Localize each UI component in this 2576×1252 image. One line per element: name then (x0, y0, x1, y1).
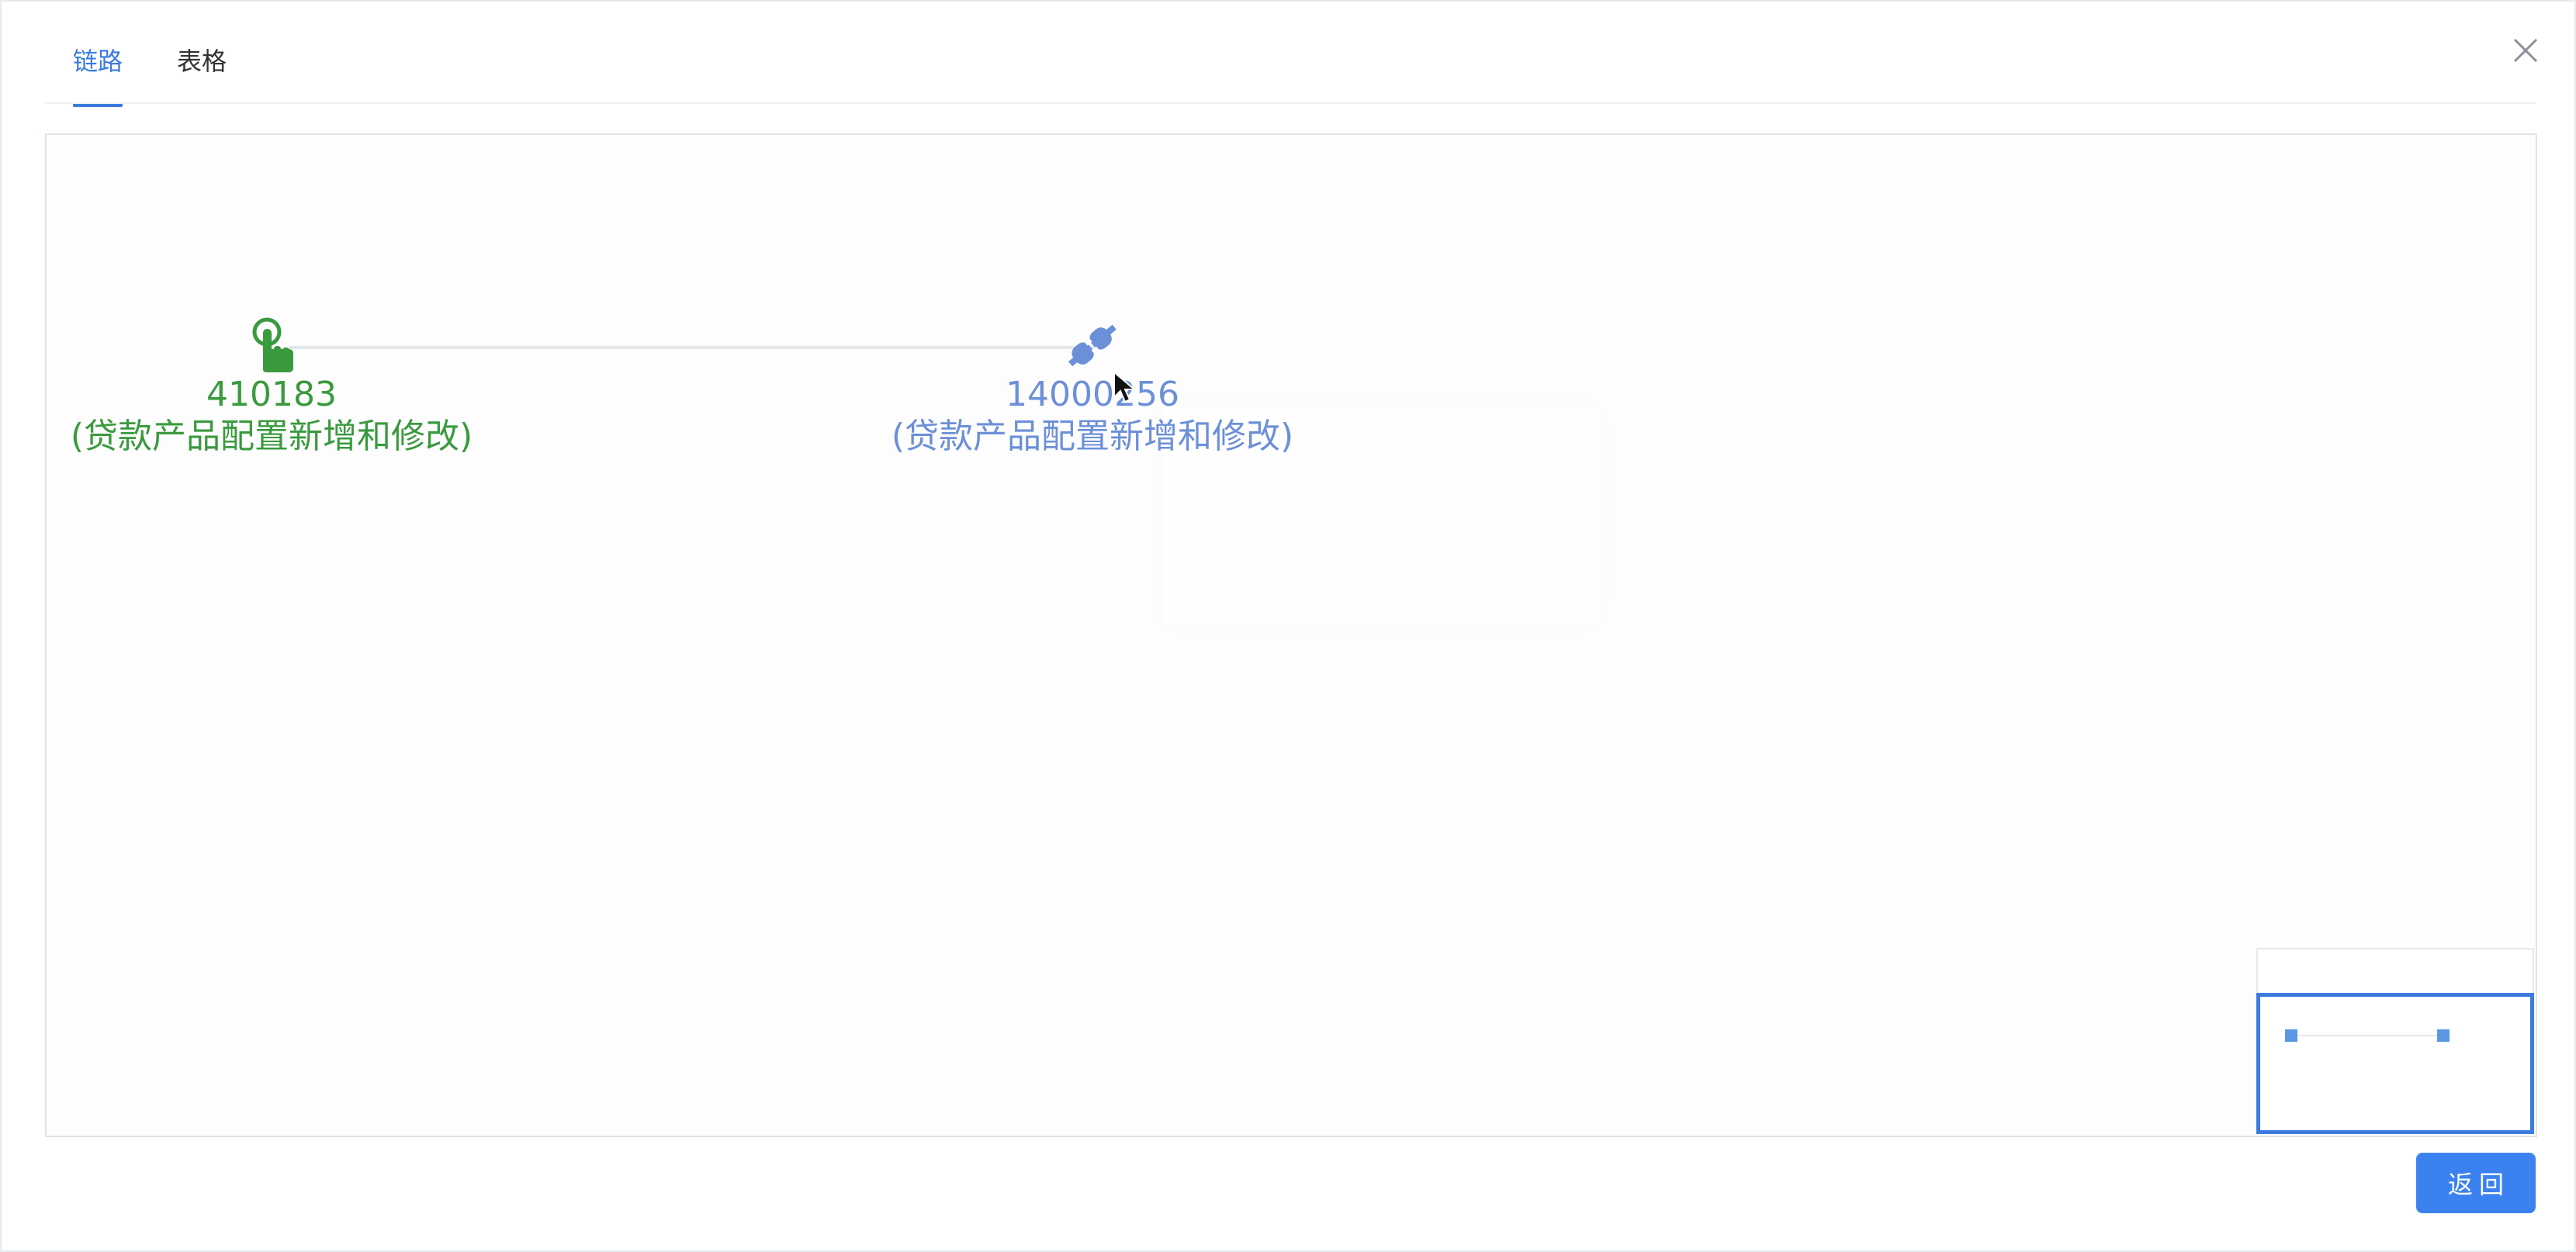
minimap[interactable] (2256, 948, 2534, 1134)
node-id: 410183 (206, 375, 337, 414)
chain-dialog: 链路 表格 410183 (贷款产品配置新增和修改) 14000256 (贷款产… (0, 0, 2576, 1252)
minimap-node (2437, 1029, 2450, 1042)
minimap-edge (2291, 1035, 2443, 1036)
tab-divider (45, 102, 2536, 104)
graph-canvas[interactable]: 410183 (贷款产品配置新增和修改) 14000256 (贷款产品配置新增和… (45, 133, 2537, 1137)
close-icon (2513, 38, 2538, 63)
minimap-viewport[interactable] (2256, 993, 2534, 1134)
graph-node-target[interactable]: 14000256 (贷款产品配置新增和修改) (875, 315, 1310, 458)
tab-bar: 链路 表格 (73, 33, 281, 107)
node-id: 14000256 (1006, 375, 1179, 414)
close-button[interactable] (2508, 33, 2543, 68)
minimap-node (2285, 1029, 2297, 1042)
minimap-header (2256, 948, 2534, 993)
node-description: (贷款产品配置新增和修改) (70, 417, 473, 456)
mouse-cursor-icon (1113, 371, 1137, 403)
tab-chain[interactable]: 链路 (73, 33, 123, 107)
graph-node-source[interactable]: 410183 (贷款产品配置新增和修改) (54, 315, 489, 458)
plug-icon (1068, 324, 1117, 367)
return-button[interactable]: 返回 (2416, 1153, 2536, 1213)
node-description: (贷款产品配置新增和修改) (891, 417, 1294, 456)
tab-table[interactable]: 表格 (177, 33, 227, 105)
pointer-hand-icon (252, 317, 293, 372)
